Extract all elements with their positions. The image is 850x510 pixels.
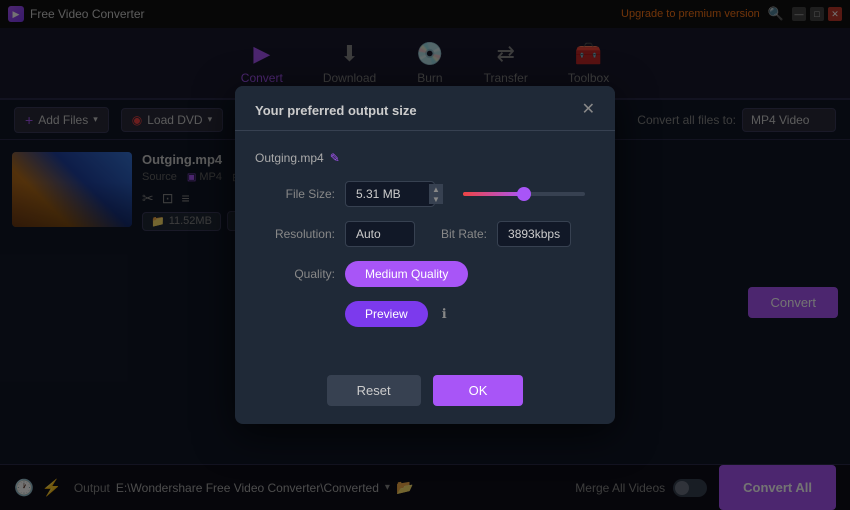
quality-slider-thumb[interactable] — [517, 187, 531, 201]
bitrate-label: Bit Rate: — [441, 227, 487, 241]
dialog-filename-row: Outging.mp4 ✎ — [255, 151, 595, 165]
file-size-row: File Size: ▲ ▼ — [255, 181, 595, 207]
quality-slider-track[interactable] — [463, 192, 585, 196]
bitrate-display: 3893kbps — [497, 221, 571, 247]
quality-label: Quality: — [255, 267, 335, 281]
resolution-bitrate-row: Resolution: Auto 1080p 720p 480p Bit Rat… — [255, 221, 595, 247]
output-size-dialog: Your preferred output size ✕ Outging.mp4… — [235, 86, 615, 424]
dialog-header: Your preferred output size ✕ — [235, 86, 615, 131]
edit-icon[interactable]: ✎ — [330, 151, 340, 165]
file-size-up[interactable]: ▲ — [429, 184, 443, 194]
file-size-input[interactable] — [345, 181, 435, 207]
file-size-spinner: ▲ ▼ — [429, 184, 443, 204]
quality-slider-fill — [463, 192, 524, 196]
preview-row: Preview ℹ — [345, 301, 595, 327]
resolution-label: Resolution: — [255, 227, 335, 241]
preview-button[interactable]: Preview — [345, 301, 428, 327]
dialog-body: Outging.mp4 ✎ File Size: ▲ ▼ — [235, 131, 615, 361]
dialog-overlay: Your preferred output size ✕ Outging.mp4… — [0, 0, 850, 510]
preview-info-icon[interactable]: ℹ — [442, 306, 447, 322]
dialog-filename: Outging.mp4 — [255, 151, 324, 165]
quality-row: Quality: Medium Quality — [255, 261, 595, 287]
file-size-down[interactable]: ▼ — [429, 194, 443, 204]
resolution-select[interactable]: Auto 1080p 720p 480p — [345, 221, 415, 247]
file-size-label: File Size: — [255, 187, 335, 201]
dialog-close-button[interactable]: ✕ — [582, 102, 595, 118]
dialog-title: Your preferred output size — [255, 103, 417, 118]
reset-button[interactable]: Reset — [327, 375, 421, 406]
quality-button[interactable]: Medium Quality — [345, 261, 468, 287]
dialog-footer: Reset OK — [235, 361, 615, 424]
ok-button[interactable]: OK — [433, 375, 524, 406]
